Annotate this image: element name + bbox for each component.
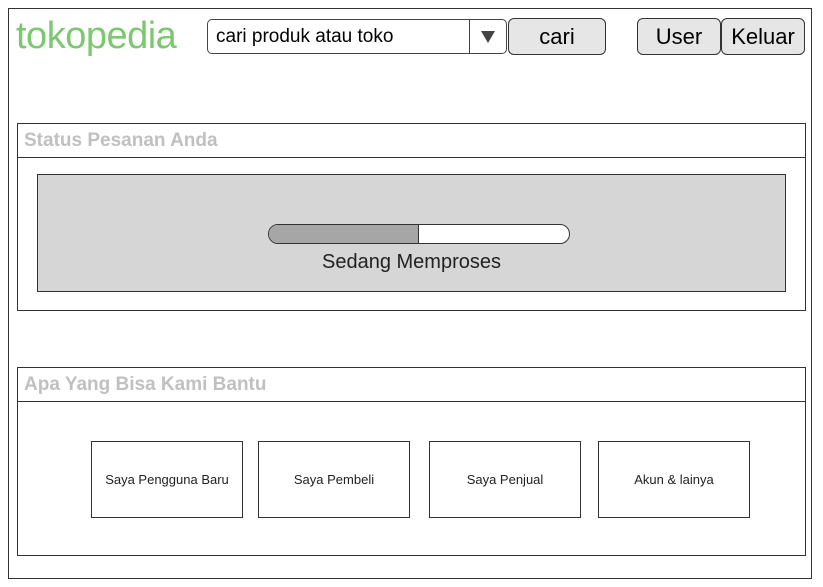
dropdown-arrow-icon[interactable]	[469, 20, 506, 53]
new-user-button[interactable]: Saya Pengguna Baru	[91, 441, 243, 518]
buyer-button[interactable]: Saya Pembeli	[258, 441, 410, 518]
seller-button[interactable]: Saya Penjual	[429, 441, 581, 518]
panel-title: Apa Yang Bisa Kami Bantu	[24, 374, 267, 395]
status-text: Sedang Memproses	[322, 251, 501, 273]
progress-fill	[269, 225, 419, 243]
search-button[interactable]: cari	[508, 18, 606, 55]
search-input[interactable]: cari produk atau toko	[216, 26, 393, 48]
progress-bar	[268, 224, 570, 244]
order-status-panel: Status Pesanan Anda Sedang Memproses	[17, 123, 806, 311]
panel-title: Status Pesanan Anda	[24, 130, 218, 151]
search-dropdown[interactable]: cari produk atau toko	[207, 19, 507, 54]
help-panel: Apa Yang Bisa Kami Bantu Saya Pengguna B…	[17, 367, 806, 556]
panel-header: Apa Yang Bisa Kami Bantu	[18, 368, 805, 402]
panel-header: Status Pesanan Anda	[18, 124, 805, 158]
logo[interactable]: tokopedia	[16, 14, 177, 58]
account-other-button[interactable]: Akun & lainya	[598, 441, 750, 518]
status-box: Sedang Memproses	[37, 174, 786, 292]
logout-button[interactable]: Keluar	[721, 18, 805, 55]
user-button[interactable]: User	[637, 18, 721, 55]
